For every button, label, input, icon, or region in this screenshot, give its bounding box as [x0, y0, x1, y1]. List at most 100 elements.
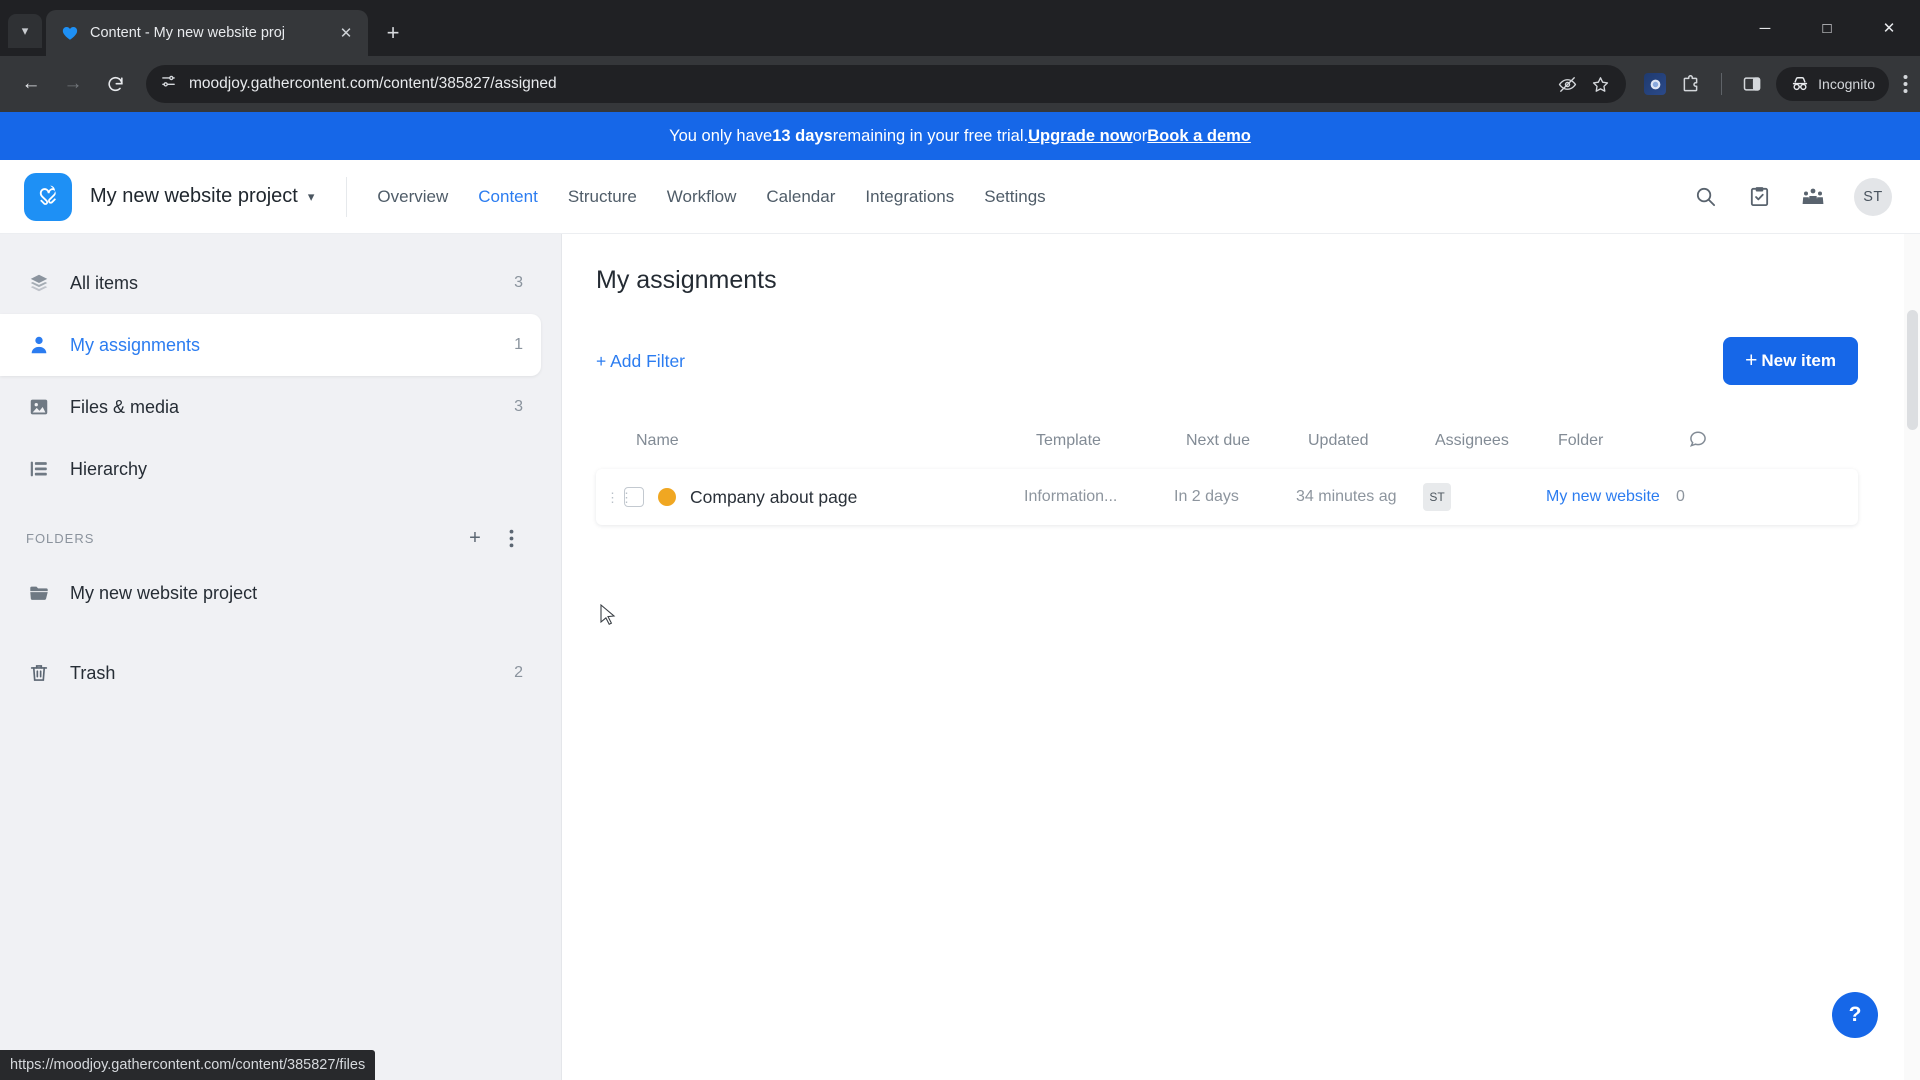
column-header-name[interactable]: Name — [636, 432, 1036, 450]
layers-icon — [26, 270, 52, 296]
incognito-indicator[interactable]: Incognito — [1776, 67, 1889, 101]
team-people-icon[interactable] — [1800, 184, 1826, 210]
add-folder-icon[interactable]: + — [463, 526, 487, 550]
sidebar-folder-my-new-website-project[interactable]: My new website project — [0, 562, 541, 624]
browser-tab[interactable]: Content - My new website proj ✕ — [46, 10, 368, 56]
trial-or: or — [1133, 127, 1148, 146]
header-divider — [346, 177, 347, 217]
trash-label: Trash — [70, 663, 496, 684]
chevron-down-icon: ▾ — [308, 189, 315, 205]
free-trial-banner: You only have 13 days remaining in your … — [0, 112, 1920, 160]
comment-bubble-icon[interactable] — [1688, 429, 1728, 454]
column-header-folder[interactable]: Folder — [1558, 432, 1688, 450]
sidebar-item-my-assignments[interactable]: My assignments 1 — [0, 314, 541, 376]
filter-row: + Add Filter + New item — [596, 337, 1920, 385]
folders-menu-icon[interactable] — [499, 526, 523, 550]
column-header-next-due[interactable]: Next due — [1186, 432, 1308, 450]
address-bar[interactable]: moodjoy.gathercontent.com/content/385827… — [146, 65, 1626, 103]
sidebar-item-files-media[interactable]: Files & media 3 — [0, 376, 541, 438]
table-header-row: Name Template Next due Updated Assignees… — [596, 423, 1858, 459]
trial-middle: remaining in your free trial. — [833, 127, 1028, 146]
tab-strip: ▾ Content - My new website proj ✕ + ─ □ … — [0, 0, 1920, 56]
tab-search-chevron-icon[interactable]: ▾ — [8, 14, 42, 48]
browser-toolbar: ← → moodjoy.gathercontent.com/content/38… — [0, 56, 1920, 112]
forward-icon: → — [54, 65, 92, 103]
header-actions: ST — [1692, 178, 1892, 216]
side-panel-icon[interactable] — [1742, 74, 1762, 94]
column-header-updated[interactable]: Updated — [1308, 432, 1435, 450]
site-settings-icon[interactable] — [160, 73, 177, 95]
star-icon[interactable] — [1591, 75, 1610, 94]
new-item-button[interactable]: + New item — [1723, 337, 1858, 385]
browser-menu-icon[interactable] — [1903, 74, 1908, 94]
image-icon — [26, 394, 52, 420]
trial-days: 13 days — [772, 127, 833, 146]
reload-icon[interactable] — [96, 65, 134, 103]
page-scrollbar[interactable] — [1904, 234, 1920, 1080]
cell-template: Information... — [1024, 488, 1174, 506]
folders-title: FOLDERS — [26, 531, 451, 546]
add-filter-button[interactable]: + Add Filter — [596, 351, 685, 372]
scrollbar-thumb[interactable] — [1907, 310, 1918, 430]
help-button[interactable]: ? — [1832, 992, 1878, 1038]
toolbar-divider — [1721, 73, 1722, 95]
eye-off-icon[interactable] — [1558, 75, 1577, 94]
maximize-icon[interactable]: □ — [1796, 0, 1858, 56]
new-item-label: New item — [1761, 351, 1836, 371]
trash-count: 2 — [514, 664, 523, 682]
assignee-avatar[interactable]: ST — [1423, 483, 1451, 511]
sidebar-item-trash[interactable]: Trash 2 — [0, 642, 541, 704]
cell-folder-link[interactable]: My new website — [1546, 488, 1676, 506]
extensions-puzzle-icon[interactable] — [1680, 74, 1701, 95]
trash-icon — [26, 660, 52, 686]
status-bar-url: https://moodjoy.gathercontent.com/conten… — [0, 1050, 375, 1080]
search-icon[interactable] — [1692, 184, 1718, 210]
sidebar-label: My assignments — [70, 335, 496, 356]
extension-blue-icon[interactable] — [1644, 73, 1666, 95]
cell-next-due: In 2 days — [1174, 488, 1296, 506]
page-title: My assignments — [596, 266, 1920, 295]
trial-prefix: You only have — [669, 127, 772, 146]
sidebar-item-all-items[interactable]: All items 3 — [0, 252, 541, 314]
item-name[interactable]: Company about page — [690, 487, 857, 508]
nav-workflow[interactable]: Workflow — [667, 187, 737, 207]
status-badge[interactable] — [658, 488, 676, 506]
nav-structure[interactable]: Structure — [568, 187, 637, 207]
row-checkbox[interactable] — [624, 487, 644, 507]
clipboard-check-icon[interactable] — [1746, 184, 1772, 210]
nav-settings[interactable]: Settings — [984, 187, 1045, 207]
table-row[interactable]: ⋮⋮ Company about page Information... In … — [596, 469, 1858, 525]
drag-handle-icon[interactable]: ⋮⋮ — [606, 494, 624, 501]
new-tab-button[interactable]: + — [376, 16, 410, 50]
nav-content[interactable]: Content — [478, 187, 538, 207]
brand-area: My new website project ▾ — [24, 173, 314, 221]
tab-title: Content - My new website proj — [90, 25, 324, 41]
back-icon[interactable]: ← — [12, 65, 50, 103]
person-icon — [26, 332, 52, 358]
plus-icon: + — [1745, 349, 1757, 373]
project-selector[interactable]: My new website project ▾ — [90, 185, 314, 208]
main-navigation: Overview Content Structure Workflow Cale… — [377, 187, 1045, 207]
sidebar-label: Files & media — [70, 397, 496, 418]
upgrade-now-link[interactable]: Upgrade now — [1028, 127, 1133, 146]
sidebar-item-hierarchy[interactable]: Hierarchy — [0, 438, 541, 500]
nav-calendar[interactable]: Calendar — [766, 187, 835, 207]
column-header-template[interactable]: Template — [1036, 432, 1186, 450]
gathercontent-logo-icon[interactable] — [24, 173, 72, 221]
window-controls: ─ □ ✕ — [1734, 0, 1920, 56]
minimize-icon[interactable]: ─ — [1734, 0, 1796, 56]
folder-label: My new website project — [70, 583, 523, 604]
url-text[interactable]: moodjoy.gathercontent.com/content/385827… — [189, 75, 1546, 93]
book-a-demo-link[interactable]: Book a demo — [1147, 127, 1251, 146]
nav-integrations[interactable]: Integrations — [865, 187, 954, 207]
page-content: You only have 13 days remaining in your … — [0, 112, 1920, 1080]
nav-overview[interactable]: Overview — [377, 187, 448, 207]
column-header-assignees[interactable]: Assignees — [1435, 432, 1558, 450]
sidebar-count: 3 — [514, 398, 523, 416]
close-icon[interactable]: ✕ — [1858, 0, 1920, 56]
user-avatar[interactable]: ST — [1854, 178, 1892, 216]
close-icon[interactable]: ✕ — [334, 21, 358, 45]
project-name: My new website project — [90, 185, 298, 208]
body-area: All items 3 My assignments 1 Files & med… — [0, 234, 1920, 1080]
incognito-label: Incognito — [1818, 76, 1875, 92]
